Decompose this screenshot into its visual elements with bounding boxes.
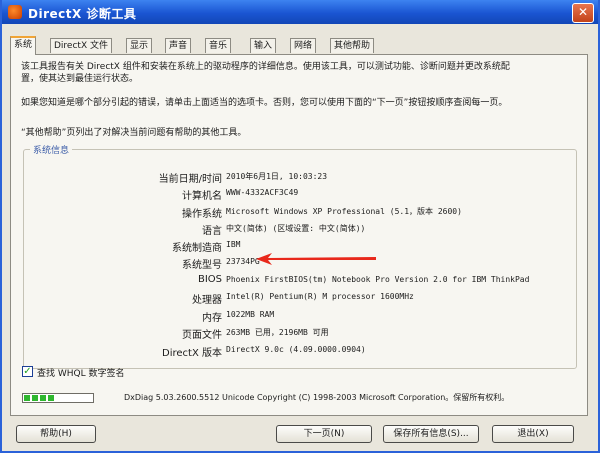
info-value: 中文(简体) (区域设置: 中文(简体)) <box>226 224 366 233</box>
exit-button[interactable]: 退出(X) <box>492 425 574 443</box>
tab-more-help[interactable]: 其他帮助 <box>330 38 375 53</box>
progress-fill <box>24 395 55 401</box>
info-label: 内存 <box>202 313 222 324</box>
copyright-text: DxDiag 5.03.2600.5512 Unicode Copyright … <box>124 393 510 402</box>
info-value: Intel(R) Pentium(R) M processor 1600MHz <box>226 292 414 301</box>
info-value: 1022MB RAM <box>226 310 275 319</box>
info-value: DirectX 9.0c (4.09.0000.0904) <box>226 345 366 354</box>
intro-paragraph-1-line-1: 该工具报告有关 DirectX 组件和安装在系统上的驱动程序的详细信息。使用该工… <box>21 62 510 72</box>
dxdiag-window: DirectX 诊断工具 ✕ 系统 DirectX 文件 显示 声音 音乐 输入… <box>0 0 600 453</box>
info-row-bios: BIOS Phoenix FirstBIOS(tm) Notebook Pro … <box>24 274 576 288</box>
info-value: 263MB 已用，2196MB 可用 <box>226 328 329 337</box>
close-button[interactable]: ✕ <box>572 3 594 23</box>
directx-app-icon <box>8 5 22 19</box>
system-tab-panel: 该工具报告有关 DirectX 组件和安装在系统上的驱动程序的详细信息。使用该工… <box>10 54 588 416</box>
info-label: 当前日期/时间 <box>158 174 222 185</box>
info-label: 系统型号 <box>182 260 222 271</box>
system-info-group-label: 系统信息 <box>30 143 73 156</box>
info-row-processor: 处理器 Intel(R) Pentium(R) M processor 1600… <box>24 291 576 306</box>
info-row-memory: 内存 1022MB RAM <box>24 309 576 324</box>
info-row-page-file: 页面文件 263MB 已用，2196MB 可用 <box>24 326 576 341</box>
help-button[interactable]: 帮助(H) <box>16 425 96 443</box>
info-row-os: 操作系统 Microsoft Windows XP Professional (… <box>24 205 576 220</box>
info-label: 语言 <box>202 226 222 237</box>
tab-sound[interactable]: 声音 <box>165 38 192 53</box>
info-label: 计算机名 <box>182 191 222 202</box>
info-label: 页面文件 <box>182 330 222 341</box>
red-arrow-annotation <box>256 253 376 265</box>
whql-checkbox[interactable]: ✓ <box>22 366 33 377</box>
next-page-button[interactable]: 下一页(N) <box>276 425 372 443</box>
info-row-directx-version: DirectX 版本 DirectX 9.0c (4.09.0000.0904) <box>24 344 576 359</box>
progress-bar <box>22 393 94 403</box>
save-all-button[interactable]: 保存所有信息(S)... <box>383 425 479 443</box>
tab-network[interactable]: 网络 <box>290 38 317 53</box>
info-value: 2010年6月1日, 10:03:23 <box>226 172 328 181</box>
info-value: Microsoft Windows XP Professional (5.1，版… <box>226 207 462 216</box>
info-row-computer-name: 计算机名 WWW-4332ACF3C49 <box>24 187 576 202</box>
intro-paragraph-1-line-2: 置，使其达到最佳运行状态。 <box>21 74 139 84</box>
title-bar[interactable]: DirectX 诊断工具 ✕ <box>2 0 598 24</box>
tab-display[interactable]: 显示 <box>126 38 153 53</box>
tab-music[interactable]: 音乐 <box>205 38 232 53</box>
tab-system[interactable]: 系统 <box>10 36 37 55</box>
intro-paragraph-3: “其他帮助”页列出了对解决当前问题有帮助的其他工具。 <box>21 128 247 138</box>
tab-input[interactable]: 输入 <box>250 38 277 53</box>
intro-paragraph-2: 如果您知道是哪个部分引起的错误，请单击上面适当的选项卡。否则，您可以使用下面的“… <box>21 98 508 108</box>
info-label: 处理器 <box>192 295 222 306</box>
tab-directx-files[interactable]: DirectX 文件 <box>50 38 112 53</box>
info-label: DirectX 版本 <box>162 348 222 359</box>
info-value: WWW-4332ACF3C49 <box>226 188 299 197</box>
window-title: DirectX 诊断工具 <box>28 7 137 21</box>
info-value: IBM <box>226 240 241 249</box>
info-row-manufacturer: 系统制造商 IBM <box>24 239 576 254</box>
info-row-datetime: 当前日期/时间 2010年6月1日, 10:03:23 <box>24 170 576 185</box>
info-row-language: 语言 中文(简体) (区域设置: 中文(简体)) <box>24 222 576 237</box>
info-label: 操作系统 <box>182 209 222 220</box>
info-label: BIOS <box>197 274 222 285</box>
whql-checkbox-label: 查找 WHQL 数字签名 <box>37 369 125 379</box>
info-label: 系统制造商 <box>172 243 222 254</box>
info-value: Phoenix FirstBIOS(tm) Notebook Pro Versi… <box>226 275 530 284</box>
